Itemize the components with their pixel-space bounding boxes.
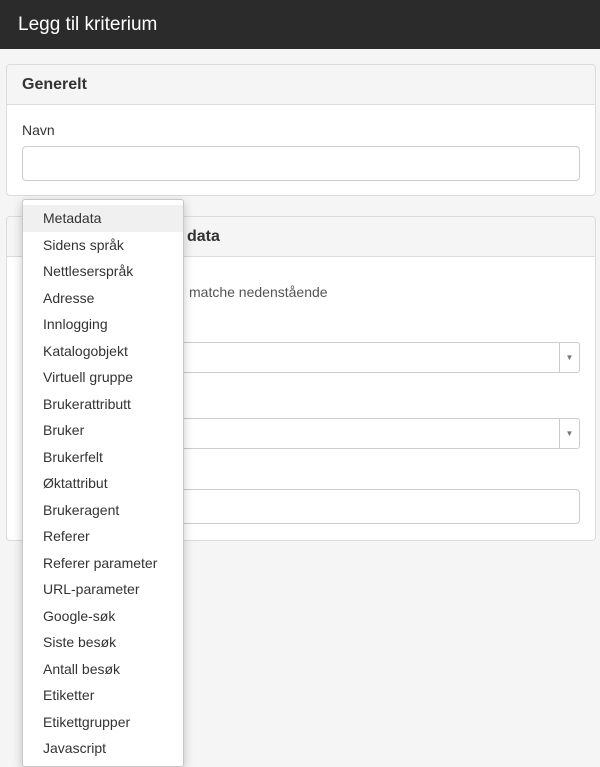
dropdown-item-catalog-object[interactable]: Katalogobjekt xyxy=(23,338,183,365)
dropdown-item-login[interactable]: Innlogging xyxy=(23,311,183,338)
dropdown-item-referer[interactable]: Referer xyxy=(23,523,183,550)
dropdown-item-browser-language[interactable]: Nettleserspråk xyxy=(23,258,183,285)
dropdown-item-referer-parameter[interactable]: Referer parameter xyxy=(23,550,183,577)
dropdown-item-user[interactable]: Bruker xyxy=(23,417,183,444)
dropdown-item-address[interactable]: Adresse xyxy=(23,285,183,312)
dropdown-item-visit-count[interactable]: Antall besøk xyxy=(23,656,183,683)
dropdown-item-user-attribute[interactable]: Brukerattributt xyxy=(23,391,183,418)
dropdown-item-user-field[interactable]: Brukerfelt xyxy=(23,444,183,471)
criterion-type-dropdown: Metadata Sidens språk Nettleserspråk Adr… xyxy=(22,199,184,767)
name-label: Navn xyxy=(22,122,55,138)
dropdown-item-tag-groups[interactable]: Etikettgrupper xyxy=(23,709,183,736)
dropdown-item-javascript[interactable]: Javascript xyxy=(23,735,183,762)
general-panel: Generelt Navn xyxy=(6,64,596,196)
dropdown-item-page-language[interactable]: Sidens språk xyxy=(23,232,183,259)
criteria-panel-heading-text: data xyxy=(187,228,220,245)
dialog-title: Legg til kriterium xyxy=(0,0,600,49)
dropdown-item-virtual-group[interactable]: Virtuell gruppe xyxy=(23,364,183,391)
dropdown-item-tags[interactable]: Etiketter xyxy=(23,682,183,709)
match-hint-text: matche nedenstående xyxy=(189,284,328,300)
dropdown-item-metadata[interactable]: Metadata xyxy=(23,205,183,232)
chevron-down-icon: ▼ xyxy=(559,419,579,448)
dropdown-item-url-parameter[interactable]: URL-parameter xyxy=(23,576,183,603)
dropdown-item-last-visit[interactable]: Siste besøk xyxy=(23,629,183,656)
chevron-down-icon: ▼ xyxy=(559,343,579,372)
dropdown-item-google-search[interactable]: Google-søk xyxy=(23,603,183,630)
name-input[interactable] xyxy=(22,146,580,181)
dropdown-item-user-agent[interactable]: Brukeragent xyxy=(23,497,183,524)
general-panel-heading: Generelt xyxy=(7,65,595,105)
dropdown-item-session-attribute[interactable]: Øktattribut xyxy=(23,470,183,497)
